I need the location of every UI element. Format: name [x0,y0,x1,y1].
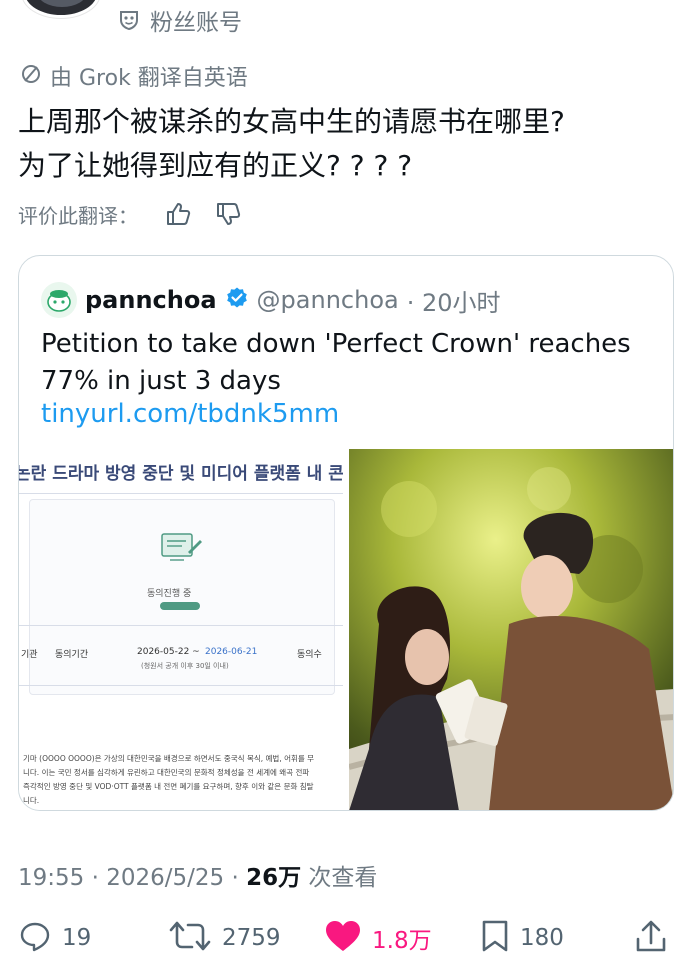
like-count: 1.8万 [372,928,432,954]
quoted-tweet-header: pannchoa @pannchoa · 20小时 [41,282,501,318]
translation-label: 由 Grok 翻译自英语 [50,66,248,91]
thumbs-up-icon[interactable] [160,196,196,232]
petition-screenshot-image[interactable]: 논란 드라마 방영 중단 및 미디어 플랫폼 내 콘텐 동의진행 중 기관 동의… [19,449,345,810]
share-button[interactable] [634,919,668,959]
bookmark-count: 180 [520,925,564,951]
translate-icon [20,63,42,89]
quoted-tweet-link[interactable]: tinyurl.com/tbdnk5mm [41,399,339,429]
tweet-line: 为了让她得到应有的正义? ? ? ? [18,149,413,182]
quoted-author-name[interactable]: pannchoa [85,286,217,314]
doc-paragraph-line: 기마 (OOOO OOOO)은 가상의 대한민국을 배경으로 하면서도 중국식 … [23,754,315,763]
quoted-avatar[interactable] [41,282,77,318]
tweet-text: 上周那个被谋杀的女高中生的请愿书在哪里? 为了让她得到应有的正义? ? ? ? [18,100,678,188]
bookmark-icon [480,919,510,957]
doc-paragraph-line: 즉각적인 방영 중단 및 VOD·OTT 플랫폼 내 전면 폐기를 요구하며, … [23,782,314,791]
reply-button[interactable]: 19 [18,919,91,957]
petition-status-bar [160,602,200,610]
view-count: 26万 [246,865,302,891]
doc-divider [19,493,343,494]
share-icon [634,919,668,959]
petition-status: 동의진행 중 [147,589,192,599]
doc-divider [19,685,343,686]
doc-col-label: 동의기간 [55,650,89,660]
tweet-line: 上周那个被谋杀的女高中生的请愿书在哪里? [18,105,565,138]
petition-form-icon [161,533,202,561]
like-button[interactable]: 1.8万 [324,919,432,957]
fan-account-row: 粉丝账号 [118,4,242,36]
drama-still-illustration [349,449,673,810]
doc-divider [19,625,343,626]
rate-translation-label: 评价此翻译： [18,203,138,228]
heart-icon [324,919,362,957]
view-label: 次查看 [301,865,378,891]
doc-date-end: 2026-06-21 [205,647,258,657]
action-bar: 19 2759 1.8万 180 [18,915,673,961]
petition-title: 논란 드라마 방영 중단 및 미디어 플랫폼 내 콘텐 [19,464,345,484]
doc-col-label: 기관 [21,650,38,660]
quoted-tweet-card[interactable]: pannchoa @pannchoa · 20小时 Petition to ta… [18,255,674,811]
tweet-meta: 19:55 · 2026/5/25 · 26万 次查看 [18,858,377,892]
doc-col-label: 동의수 [297,650,322,660]
fan-account-label: 粉丝账号 [150,10,242,36]
doc-date-note: (청원서 공개 이후 30일 이내) [141,662,229,670]
author-avatar[interactable] [22,0,100,18]
doc-date-start: 2026-05-22 ~ [137,647,200,657]
rate-translation-row: 评价此翻译： [18,196,246,232]
thumbs-down-icon[interactable] [210,196,246,232]
retweet-icon [168,919,212,957]
retweet-button[interactable]: 2759 [168,919,281,957]
reply-icon [18,919,52,957]
verified-badge-icon [225,286,249,314]
tweet-timestamp[interactable]: 19:55 · 2026/5/25 · [18,865,246,891]
bookmark-button[interactable]: 180 [480,919,564,957]
translation-info: 由 Grok 翻译自英语 [20,60,248,92]
quoted-time[interactable]: · 20小时 [407,283,501,318]
reply-count: 19 [62,925,92,951]
mask-icon [118,9,140,31]
retweet-count: 2759 [222,925,281,951]
quoted-tweet-text: Petition to take down 'Perfect Crown' re… [41,329,631,396]
doc-paragraph-line: 니다. [23,796,40,805]
doc-paragraph-line: 니다. 이는 국민 정서를 심각하게 유린하고 대한민국의 문화적 정체성을 전… [23,768,310,777]
quoted-author-handle[interactable]: @pannchoa [257,286,399,314]
drama-still-photo[interactable] [349,449,673,810]
